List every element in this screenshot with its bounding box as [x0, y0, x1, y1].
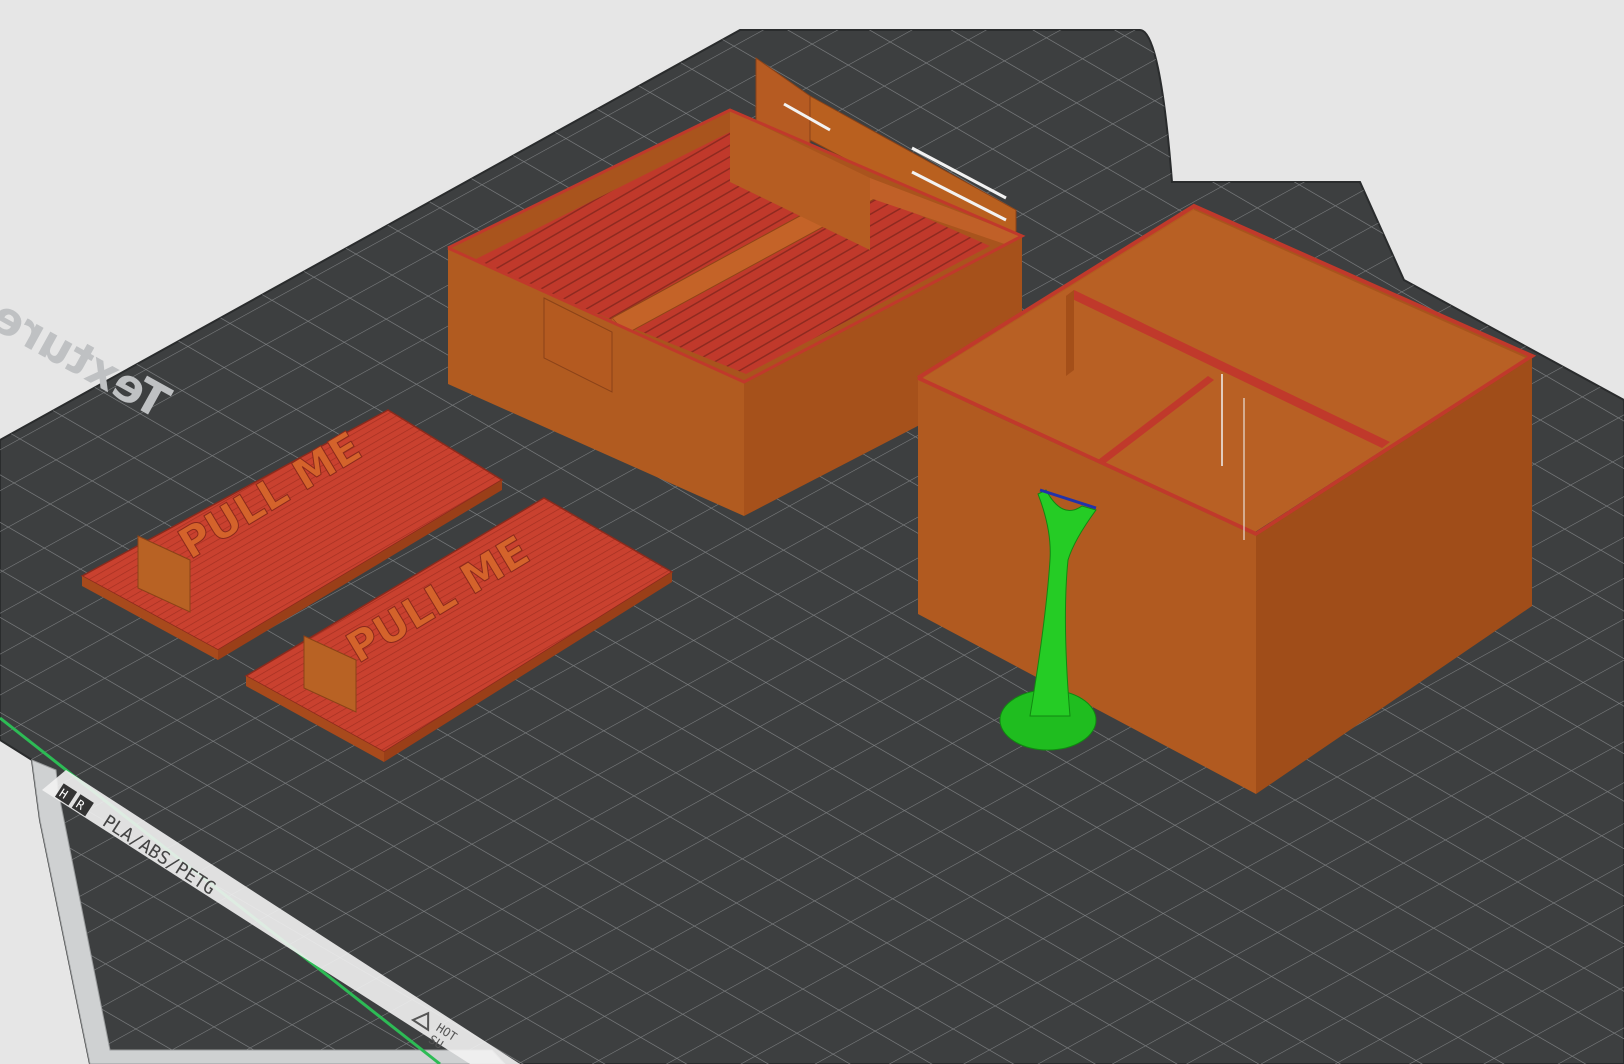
plate-title: Textured PEI Plate: [0, 152, 179, 430]
svg-text:Textured PEI Plate: Textured PEI Plate: [0, 152, 179, 430]
scene-canvas[interactable]: Textured PEI Plate H R PLA/ABS/PETG HOT …: [0, 0, 1624, 1064]
3d-viewport[interactable]: Textured PEI Plate H R PLA/ABS/PETG HOT …: [0, 0, 1624, 1064]
